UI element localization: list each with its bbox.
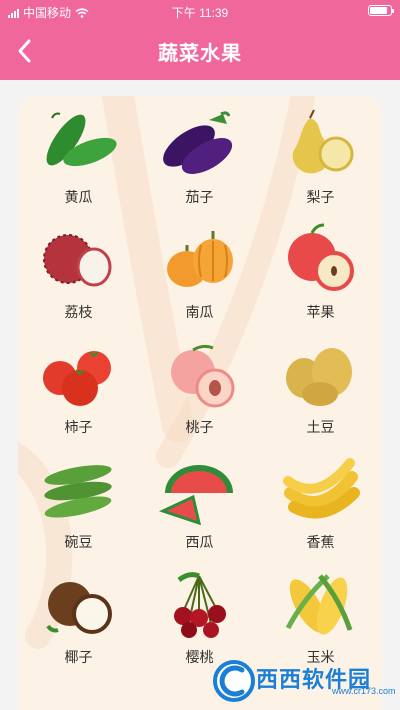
potato-icon	[280, 338, 360, 410]
banana-icon	[280, 453, 360, 525]
grid-item-banana[interactable]: 香蕉	[260, 441, 381, 556]
item-label: 西瓜	[185, 534, 214, 550]
apple-icon	[280, 223, 360, 295]
watermelon-icon	[158, 453, 239, 526]
tomato-icon	[38, 338, 118, 410]
item-label: 黄瓜	[64, 189, 93, 205]
grid-item-potato[interactable]: 土豆	[260, 326, 381, 441]
corn-icon	[280, 568, 360, 640]
grid-item-cherry[interactable]: 樱桃	[139, 556, 260, 671]
battery-icon	[368, 5, 394, 16]
page-title: 蔬菜水果	[158, 43, 242, 65]
item-label: 南瓜	[185, 304, 214, 320]
lychee-icon	[38, 223, 118, 295]
peach-icon	[159, 338, 239, 410]
grid-item-cucumber[interactable]: 黄瓜	[18, 96, 139, 211]
item-label: 土豆	[306, 419, 335, 435]
status-time: 下午 11:39	[171, 6, 229, 20]
item-label: 香蕉	[306, 534, 335, 550]
pea-icon	[38, 453, 118, 525]
item-label: 苹果	[306, 304, 335, 320]
grid-item-pea[interactable]: 碗豆	[18, 441, 139, 556]
pumpkin-icon	[159, 223, 239, 295]
cucumber-icon	[38, 108, 118, 180]
grid-item-corn[interactable]: 玉米	[260, 556, 381, 671]
grid-item-coconut[interactable]: 椰子	[18, 556, 139, 671]
status-bar: 中国移动 下午 11:39	[0, 0, 400, 22]
item-card: 黄瓜 茄子 梨子荔枝 南瓜 苹果柿子 桃子 土豆碗豆 西瓜 香蕉椰子 樱桃 玉米	[18, 96, 382, 710]
item-label: 桃子	[185, 419, 214, 435]
grid-item-pear[interactable]: 梨子	[260, 96, 381, 211]
item-label: 荔枝	[64, 304, 93, 320]
grid-item-peach[interactable]: 桃子	[139, 326, 260, 441]
pear-icon	[280, 108, 360, 180]
item-label: 椰子	[64, 649, 93, 665]
site-watermark: 西西软件园 www.cr173.com	[212, 658, 396, 704]
nav-bar: 蔬菜水果	[0, 22, 400, 80]
grid-item-watermelon[interactable]: 西瓜	[139, 441, 260, 556]
cherry-icon	[159, 568, 239, 640]
grid-item-pumpkin[interactable]: 南瓜	[139, 211, 260, 326]
eggplant-icon	[159, 108, 239, 180]
item-label: 茄子	[185, 189, 214, 205]
coconut-icon	[38, 568, 118, 640]
grid-item-tomato[interactable]: 柿子	[18, 326, 139, 441]
item-label: 梨子	[306, 189, 335, 205]
item-label: 柿子	[64, 419, 93, 435]
grid-item-apple[interactable]: 苹果	[260, 211, 381, 326]
grid-item-lychee[interactable]: 荔枝	[18, 211, 139, 326]
grid-item-eggplant[interactable]: 茄子	[139, 96, 260, 211]
item-label: 碗豆	[64, 534, 93, 550]
watermark-url: www.cr173.com	[332, 686, 396, 696]
